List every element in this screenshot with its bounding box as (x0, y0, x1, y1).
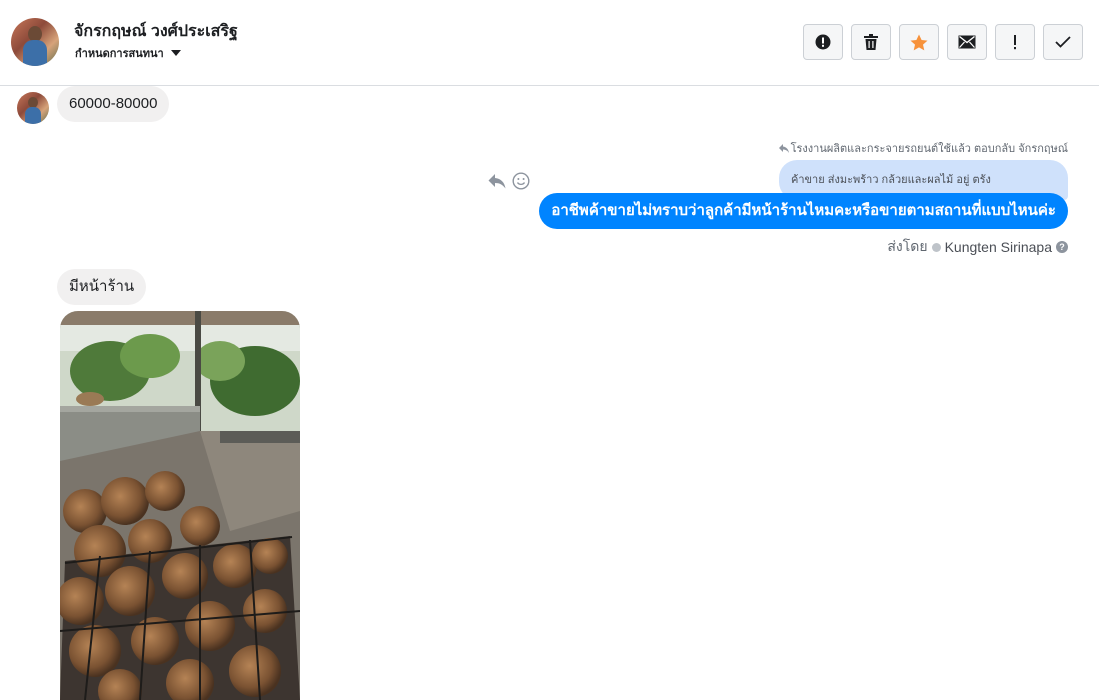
agent-status-icon (931, 242, 941, 252)
coconut-shop-photo (60, 311, 300, 700)
message-actions (488, 172, 530, 190)
mark-unread-button[interactable] (947, 24, 987, 60)
contact-name[interactable]: จักรกฤษณ์ วงศ์ประเสริฐ (74, 19, 238, 44)
help-icon[interactable]: ? (1056, 241, 1068, 253)
caret-down-icon (170, 50, 181, 56)
trash-icon (864, 34, 878, 50)
quoted-message-text: ค้าขาย ส่งมะพร้าว กล้วยและผลไม้ อยู่ ตรั… (791, 174, 991, 186)
mark-done-button[interactable] (1043, 24, 1083, 60)
follow-up-button[interactable] (995, 24, 1035, 60)
contact-avatar-small[interactable] (17, 92, 49, 124)
assign-conversation-label: กำหนดการสนทนา (75, 48, 164, 60)
reply-arrow-icon (778, 143, 789, 153)
incoming-photo[interactable] (60, 311, 300, 700)
contact-avatar[interactable] (11, 18, 59, 66)
reply-context-text: โรงงานผลิตและกระจายรถยนต์ใช้แล้ว ตอบกลับ… (790, 143, 1068, 155)
incoming-message-bubble[interactable]: 60000-80000 (57, 86, 170, 122)
assign-conversation-dropdown[interactable]: กำหนดการสนทนา (75, 44, 181, 62)
reply-icon[interactable] (488, 173, 506, 189)
sent-by-line: ส่งโดย Kungten Sirinapa ? (887, 236, 1068, 258)
conversation-header: จักรกฤษณ์ วงศ์ประเสริฐ กำหนดการสนทนา (0, 0, 1099, 86)
emoji-reaction-icon[interactable] (512, 172, 530, 190)
star-icon (910, 34, 928, 50)
incoming-message-bubble[interactable]: มีหน้าร้าน (57, 269, 147, 305)
sent-by-agent[interactable]: Kungten Sirinapa (945, 239, 1052, 255)
exclamation-icon (1014, 35, 1016, 50)
spam-button[interactable] (803, 24, 843, 60)
reply-context: โรงงานผลิตและกระจายรถยนต์ใช้แล้ว ตอบกลับ… (778, 139, 1068, 157)
outgoing-message-bubble[interactable]: อาชีพค้าขายไม่ทราบว่าลูกค้ามีหน้าร้านไหม… (539, 193, 1068, 229)
star-button[interactable] (899, 24, 939, 60)
envelope-icon (958, 35, 976, 49)
delete-button[interactable] (851, 24, 891, 60)
alert-circle-icon (815, 34, 831, 50)
checkmark-icon (1055, 36, 1071, 48)
sent-by-label: ส่งโดย (887, 238, 928, 254)
